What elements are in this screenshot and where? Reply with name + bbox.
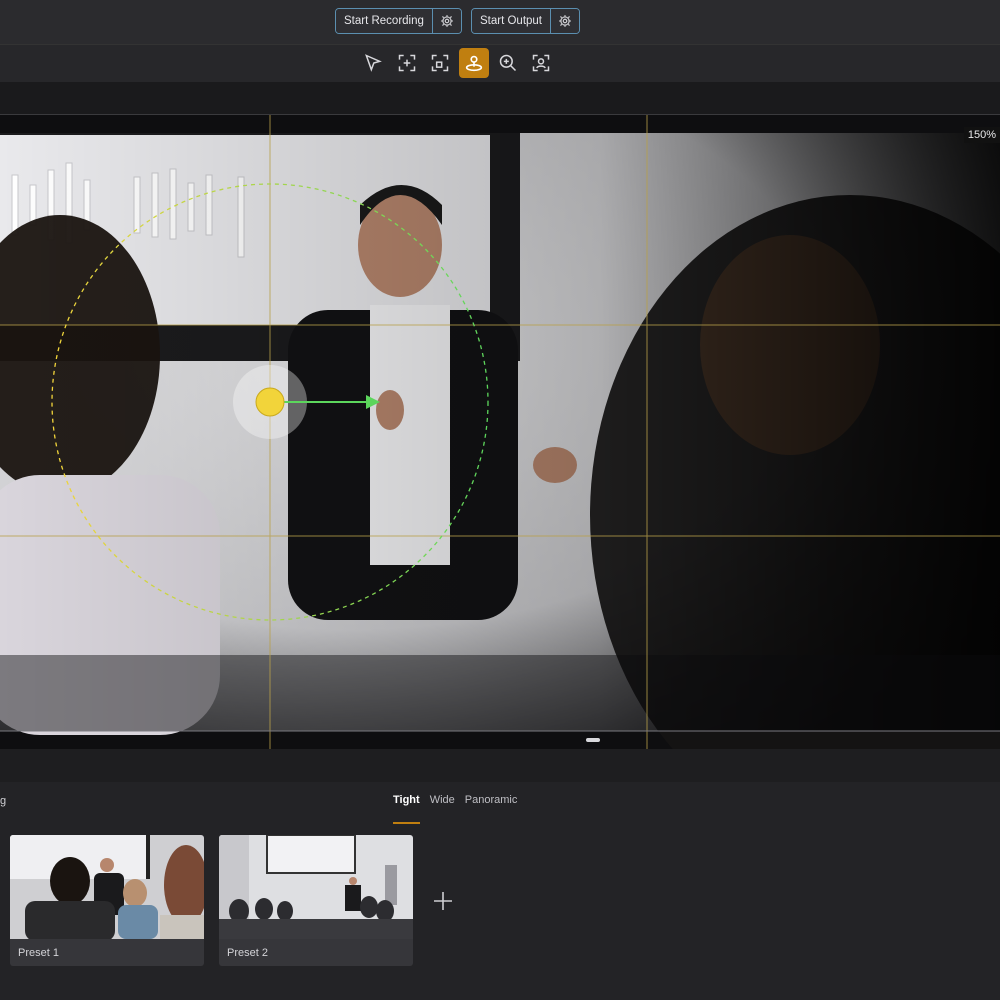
recording-settings-button[interactable] (432, 9, 461, 33)
frame-add-icon (398, 54, 416, 72)
tracking-overlay[interactable] (0, 115, 1000, 749)
zoom-level: 150% (963, 127, 1000, 143)
panel-title: g (0, 795, 7, 807)
tab-panoramic[interactable]: Panoramic (465, 794, 518, 824)
target-handle (255, 387, 285, 417)
horizontal-scroll-thumb[interactable] (586, 738, 600, 742)
start-recording-button[interactable]: Start Recording (336, 9, 433, 33)
crop-frame-icon (431, 54, 449, 72)
preset-thumbnail (10, 835, 204, 939)
zoom-tool[interactable] (493, 48, 523, 78)
tab-wide[interactable]: Wide (430, 794, 455, 824)
gear-icon (559, 15, 571, 27)
pointer-icon (365, 54, 382, 72)
recording-control: Start Recording (335, 8, 462, 34)
tracking-tool[interactable] (459, 48, 489, 78)
preset-card-1[interactable]: Preset 1 (10, 835, 204, 966)
output-settings-button[interactable] (551, 9, 580, 33)
tab-tight[interactable]: Tight (393, 794, 420, 824)
crop-tool[interactable] (425, 48, 455, 78)
face-frame-icon (532, 54, 550, 72)
preset-name: Preset 2 (227, 947, 268, 959)
output-control: Start Output (471, 8, 581, 34)
preset-card-2[interactable]: Preset 2 (219, 835, 413, 966)
video-viewport[interactable]: 150% (0, 115, 1000, 749)
gear-icon (441, 15, 453, 27)
preset-thumbnail (219, 835, 413, 939)
preset-name: Preset 1 (18, 947, 59, 959)
preset-tabs: Tight Wide Panoramic (393, 794, 517, 824)
zoom-in-icon (499, 54, 517, 72)
top-bar: Start Recording Start Output (0, 0, 1000, 44)
tool-bar (0, 44, 1000, 82)
select-tool[interactable] (358, 48, 388, 78)
motion-vector-arrowhead (366, 395, 380, 409)
plus-icon (434, 892, 452, 910)
pan-target-icon (465, 55, 483, 72)
face-tool[interactable] (526, 48, 556, 78)
add-preset-button[interactable] (430, 888, 456, 914)
timeline-strip (0, 82, 1000, 115)
start-output-button[interactable]: Start Output (472, 9, 552, 33)
add-frame-tool[interactable] (392, 48, 422, 78)
